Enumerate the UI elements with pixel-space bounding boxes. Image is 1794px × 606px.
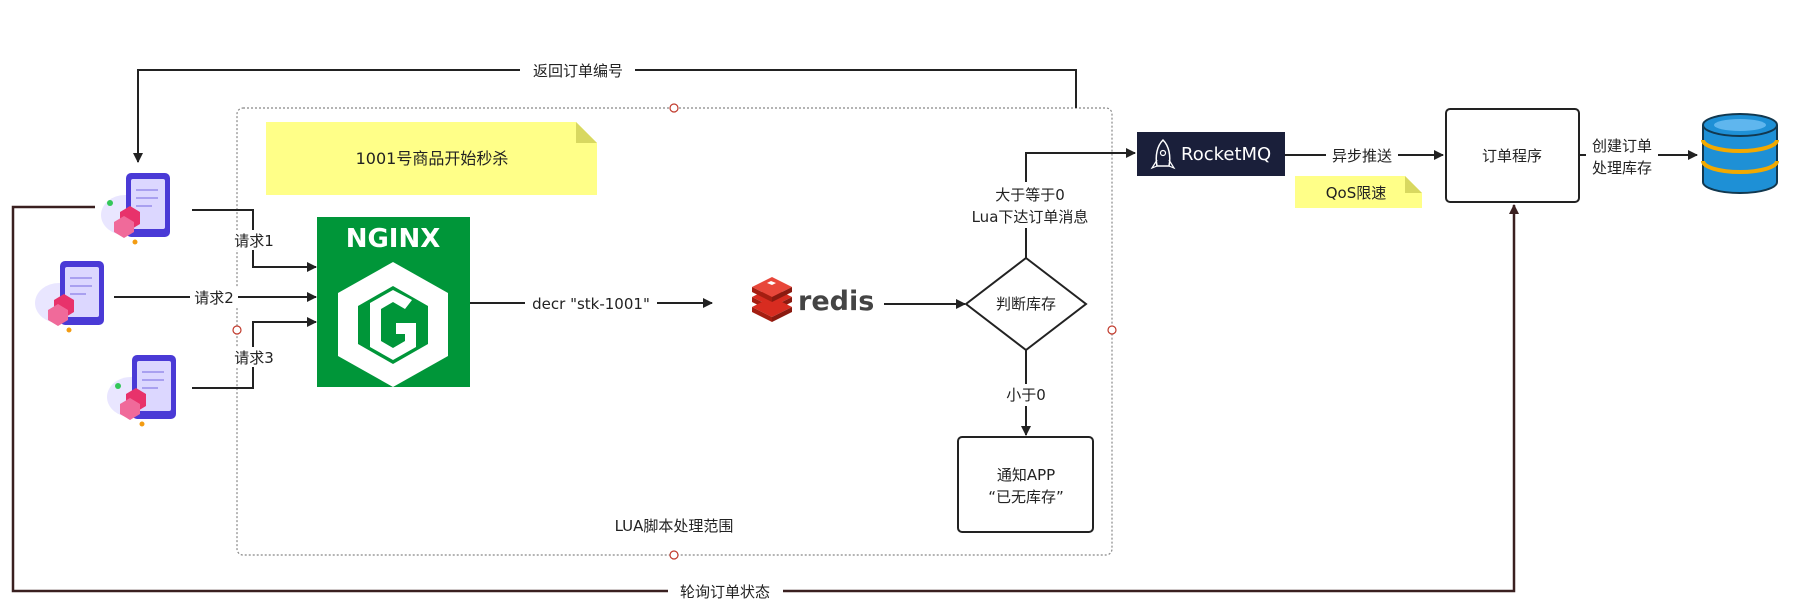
notify-app-box bbox=[957, 436, 1094, 533]
boundary-handle bbox=[1107, 325, 1117, 335]
request2-label: 请求2 bbox=[194, 289, 234, 307]
return-order-label: 返回订单编号 bbox=[533, 62, 623, 80]
qos-note-text: QoS限速 bbox=[1326, 184, 1387, 202]
ge-zero-label-2: Lua下达订单消息 bbox=[972, 208, 1089, 226]
client-phone-2 bbox=[35, 261, 104, 333]
qos-note: QoS限速 bbox=[1295, 176, 1422, 208]
poll-status-arrow bbox=[11, 204, 1519, 593]
boundary-handle bbox=[232, 325, 242, 335]
boundary-handle bbox=[669, 550, 679, 560]
boundary-handle bbox=[669, 103, 679, 113]
database-icon bbox=[1701, 113, 1779, 194]
request1-label: 请求1 bbox=[234, 232, 274, 250]
notify-app-line1: 通知APP bbox=[997, 466, 1055, 484]
nginx-logo: NGINX bbox=[317, 217, 470, 387]
create-order-label-1: 创建订单 bbox=[1592, 137, 1652, 155]
rocketmq-text: RocketMQ bbox=[1181, 144, 1271, 165]
poll-status-label: 轮询订单状态 bbox=[680, 583, 770, 601]
lua-scope-label: LUA脚本处理范围 bbox=[615, 517, 734, 535]
client-phone-1 bbox=[101, 173, 170, 245]
seckill-note: 1001号商品开始秒杀 bbox=[266, 122, 597, 195]
redis-text: redis bbox=[798, 286, 874, 317]
seckill-note-text: 1001号商品开始秒杀 bbox=[356, 149, 509, 168]
notify-app-line2: “已无库存” bbox=[988, 488, 1064, 506]
async-push-label: 异步推送 bbox=[1332, 147, 1392, 165]
nginx-text: NGINX bbox=[346, 224, 441, 254]
judge-stock-label: 判断库存 bbox=[996, 295, 1056, 313]
architecture-diagram: 返回订单编号 轮询订单状态 1001号商品开始秒杀 请求1 请求2 请求3 NG… bbox=[11, 60, 1779, 602]
redis-logo: redis bbox=[752, 277, 874, 322]
create-order-label-2: 处理库存 bbox=[1592, 159, 1652, 177]
decr-label: decr "stk-1001" bbox=[532, 295, 650, 313]
lt-zero-label: 小于0 bbox=[1006, 386, 1046, 404]
request3-label: 请求3 bbox=[234, 349, 274, 367]
ge-zero-label-1: 大于等于0 bbox=[995, 186, 1065, 204]
client-phone-3 bbox=[107, 355, 176, 427]
order-program-label: 订单程序 bbox=[1482, 147, 1542, 165]
rocketmq-logo: RocketMQ bbox=[1137, 132, 1285, 176]
